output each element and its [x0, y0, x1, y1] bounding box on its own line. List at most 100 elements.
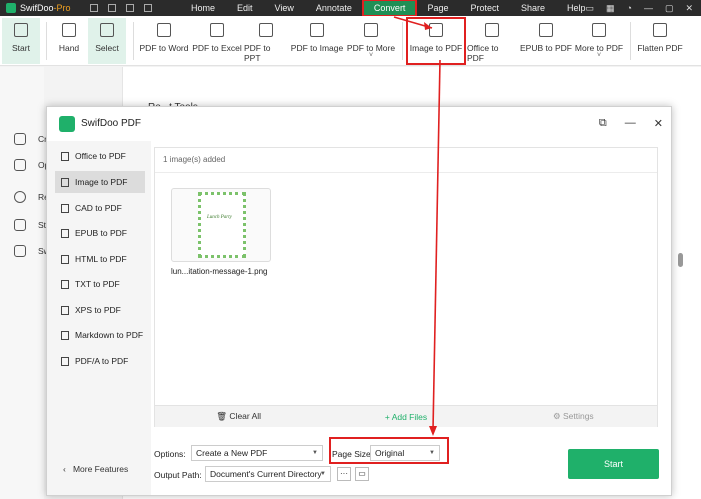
options-value: Create a New PDF	[196, 448, 268, 458]
print-icon[interactable]	[108, 4, 116, 12]
pdf-to-more-button[interactable]: PDF to More ˅	[346, 18, 396, 64]
more-to-pdf-button[interactable]: More to PDF ˅	[574, 18, 624, 64]
pdf-to-word-button[interactable]: PDF to Word	[139, 18, 189, 64]
scrollbar-thumb[interactable]	[678, 253, 683, 267]
office-icon	[61, 151, 69, 161]
left-navigation: Cr Op Re St Sw	[0, 67, 50, 499]
select-tool-button[interactable]: Select	[88, 18, 126, 64]
flatten-pdf-label: Flatten PDF	[637, 43, 683, 53]
pin-icon[interactable]: ⧉	[599, 117, 607, 130]
page-size-select[interactable]: Original ▼	[370, 445, 440, 461]
image-to-pdf-button[interactable]: Image to PDF	[406, 17, 466, 65]
hand-tool-label: Hand	[58, 43, 80, 53]
more-features-link[interactable]: ‹ More Features	[63, 464, 128, 474]
clear-all-label: Clear All	[229, 411, 262, 421]
close-icon[interactable]: ✕	[685, 3, 693, 14]
add-files-button[interactable]: + Add Files	[322, 412, 489, 422]
pdfa-icon	[61, 356, 69, 366]
cart-icon[interactable]: ▭	[585, 3, 594, 14]
star-icon[interactable]	[14, 219, 26, 231]
menu-home[interactable]: Home	[180, 0, 226, 16]
menu-view[interactable]: View	[264, 0, 305, 16]
chevron-down-icon: ˅	[368, 52, 374, 59]
ribbon-divider	[630, 22, 631, 60]
sidebar-item-html-to-pdf[interactable]: HTML to PDF	[55, 248, 145, 270]
epub-to-pdf-button[interactable]: EPUB to PDF	[520, 18, 572, 64]
dialog-header: SwifDoo PDF ⧉ — ✕	[47, 107, 673, 141]
code-icon	[61, 254, 69, 264]
redo-icon[interactable]	[144, 4, 152, 12]
undo-icon[interactable]	[126, 4, 134, 12]
flatten-icon	[653, 23, 667, 37]
pdf-to-excel-label: PDF to Excel	[192, 43, 242, 53]
cloud-icon[interactable]	[14, 245, 26, 257]
menu-annotate[interactable]: Annotate	[305, 0, 363, 16]
clear-all-button[interactable]: 🗑 Clear All	[155, 411, 322, 422]
output-path-label: Output Path:	[154, 470, 202, 480]
dialog-title: SwifDoo PDF	[81, 118, 142, 129]
ribbon-divider	[402, 22, 403, 60]
app-name: SwifDoo-Pro	[20, 3, 71, 13]
sidebar-item-label: Markdown to PDF	[75, 330, 144, 340]
menu-page[interactable]: Page	[416, 0, 459, 16]
window-controls: ▭ ▦ ◔ — ▢ ✕	[585, 0, 701, 16]
hand-tool-button[interactable]: Hand	[52, 18, 86, 64]
grid-icon[interactable]: ▦	[606, 3, 615, 14]
output-path-value: Document's Current Directory	[210, 469, 322, 479]
folder-icon[interactable]: ▭	[355, 467, 369, 481]
image-to-pdf-label: Image to PDF	[409, 43, 463, 53]
file-drop-area[interactable]: 1 image(s) added Lunch Party lun...itati…	[154, 147, 658, 427]
sidebar-item-txt-to-pdf[interactable]: TXT to PDF	[55, 273, 145, 295]
folder-icon[interactable]	[14, 159, 26, 171]
menu-convert[interactable]: Convert	[361, 0, 418, 17]
ppt-icon	[259, 23, 273, 37]
epub-icon	[61, 228, 69, 238]
swifdoo-logo-icon	[59, 116, 75, 132]
sidebar-item-markdown-to-pdf[interactable]: Markdown to PDF	[55, 324, 145, 346]
cad-icon	[61, 203, 69, 213]
bell-icon[interactable]: ◔	[627, 3, 632, 13]
sidebar-item-cad-to-pdf[interactable]: CAD to PDF	[55, 197, 145, 219]
start-button[interactable]: Start	[568, 449, 659, 479]
create-icon[interactable]	[14, 133, 26, 145]
chevron-left-icon: ‹	[63, 464, 66, 474]
output-path-select[interactable]: Document's Current Directory ▼	[205, 466, 331, 482]
start-button[interactable]: Start	[2, 18, 40, 64]
sidebar-item-office-to-pdf[interactable]: Office to PDF	[55, 145, 145, 167]
save-icon[interactable]	[90, 4, 98, 12]
sidebar-item-pdfa-to-pdf[interactable]: PDF/A to PDF	[55, 350, 145, 372]
nav-label-starred: St	[38, 220, 47, 230]
sidebar-item-epub-to-pdf[interactable]: EPUB to PDF	[55, 222, 145, 244]
minimize-icon[interactable]: —	[644, 3, 653, 13]
page-size-label: Page Size:	[332, 449, 374, 459]
sidebar-item-label: TXT to PDF	[75, 279, 120, 289]
hand-icon	[62, 23, 76, 37]
menu-share[interactable]: Share	[510, 0, 556, 16]
pdf-to-excel-button[interactable]: PDF to Excel	[192, 18, 242, 64]
ribbon-divider	[133, 22, 134, 60]
options-select[interactable]: Create a New PDF ▼	[191, 445, 323, 461]
pdf-to-image-label: PDF to Image	[290, 43, 344, 53]
chevron-down-icon: ▼	[312, 450, 318, 456]
maximize-icon[interactable]: ▢	[665, 3, 674, 14]
settings-button[interactable]: ⚙ Settings	[490, 411, 657, 422]
minimize-icon[interactable]: —	[625, 117, 636, 130]
pdf-to-image-button[interactable]: PDF to Image	[290, 18, 344, 64]
menu-edit[interactable]: Edit	[226, 0, 264, 16]
browse-button[interactable]: ···	[337, 467, 351, 481]
file-thumbnail[interactable]: Lunch Party	[171, 188, 271, 262]
ribbon-divider	[46, 22, 47, 60]
page-size-value: Original	[375, 448, 405, 458]
flatten-pdf-button[interactable]: Flatten PDF	[637, 18, 683, 64]
office-to-pdf-button[interactable]: Office to PDF	[467, 18, 517, 64]
chevron-down-icon: ˅	[596, 52, 602, 59]
sidebar-item-label: Image to PDF	[75, 177, 128, 187]
sidebar-item-xps-to-pdf[interactable]: XPS to PDF	[55, 299, 145, 321]
sidebar-item-image-to-pdf[interactable]: Image to PDF	[55, 171, 145, 193]
office-to-pdf-label: Office to PDF	[467, 43, 499, 63]
pdf-to-ppt-button[interactable]: PDF to PPT	[244, 18, 288, 64]
dialog-sidebar: Office to PDF Image to PDF CAD to PDF EP…	[47, 141, 151, 495]
recent-icon[interactable]	[14, 191, 26, 203]
close-icon[interactable]: ✕	[654, 117, 663, 130]
menu-protect[interactable]: Protect	[459, 0, 510, 16]
